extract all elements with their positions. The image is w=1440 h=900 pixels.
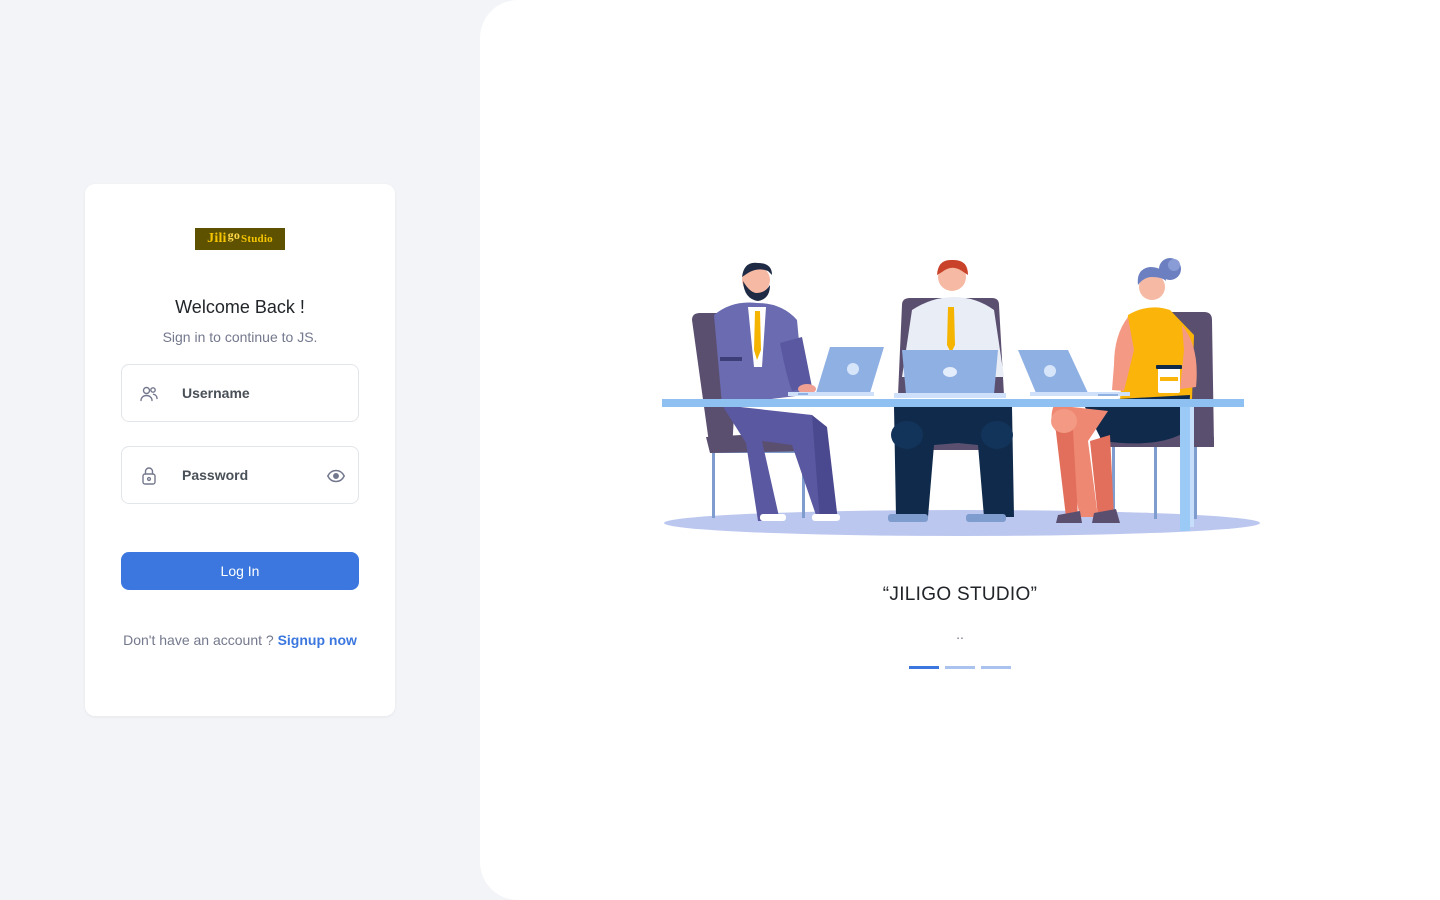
logo-text-part1: Jili xyxy=(207,231,227,246)
signup-prompt: Don't have an account ? Signup now xyxy=(115,630,365,651)
users-icon xyxy=(140,386,158,402)
signup-text: Don't have an account ? xyxy=(123,632,278,648)
team-meeting-illustration xyxy=(662,258,1260,536)
signup-link[interactable]: Signup now xyxy=(278,632,357,648)
welcome-title: Welcome Back ! xyxy=(175,297,305,317)
username-input[interactable] xyxy=(182,365,322,421)
carousel-indicator-3[interactable] xyxy=(981,666,1011,669)
password-input[interactable] xyxy=(182,447,322,503)
eye-icon[interactable] xyxy=(326,466,346,486)
carousel-text: .. xyxy=(956,626,964,642)
logo-text-part3: Studio xyxy=(241,232,273,245)
logo-text-part2: go xyxy=(227,228,241,242)
username-field xyxy=(121,364,359,422)
carousel-title: “JILIGO STUDIO” xyxy=(882,584,1038,605)
carousel-indicator-1[interactable] xyxy=(909,666,939,669)
password-field xyxy=(121,446,359,504)
carousel-indicator-2[interactable] xyxy=(945,666,975,669)
login-button[interactable]: Log In xyxy=(121,552,359,590)
carousel-indicators xyxy=(909,666,1011,669)
welcome-subtitle: Sign in to continue to JS. xyxy=(162,329,318,345)
login-card: Jili go Studio Welcome Back ! Sign in to c… xyxy=(85,184,395,716)
brand-logo[interactable]: Jili go Studio xyxy=(195,228,285,250)
hero-panel: “JILIGO STUDIO” .. xyxy=(480,0,1440,900)
lock-icon xyxy=(142,467,156,485)
